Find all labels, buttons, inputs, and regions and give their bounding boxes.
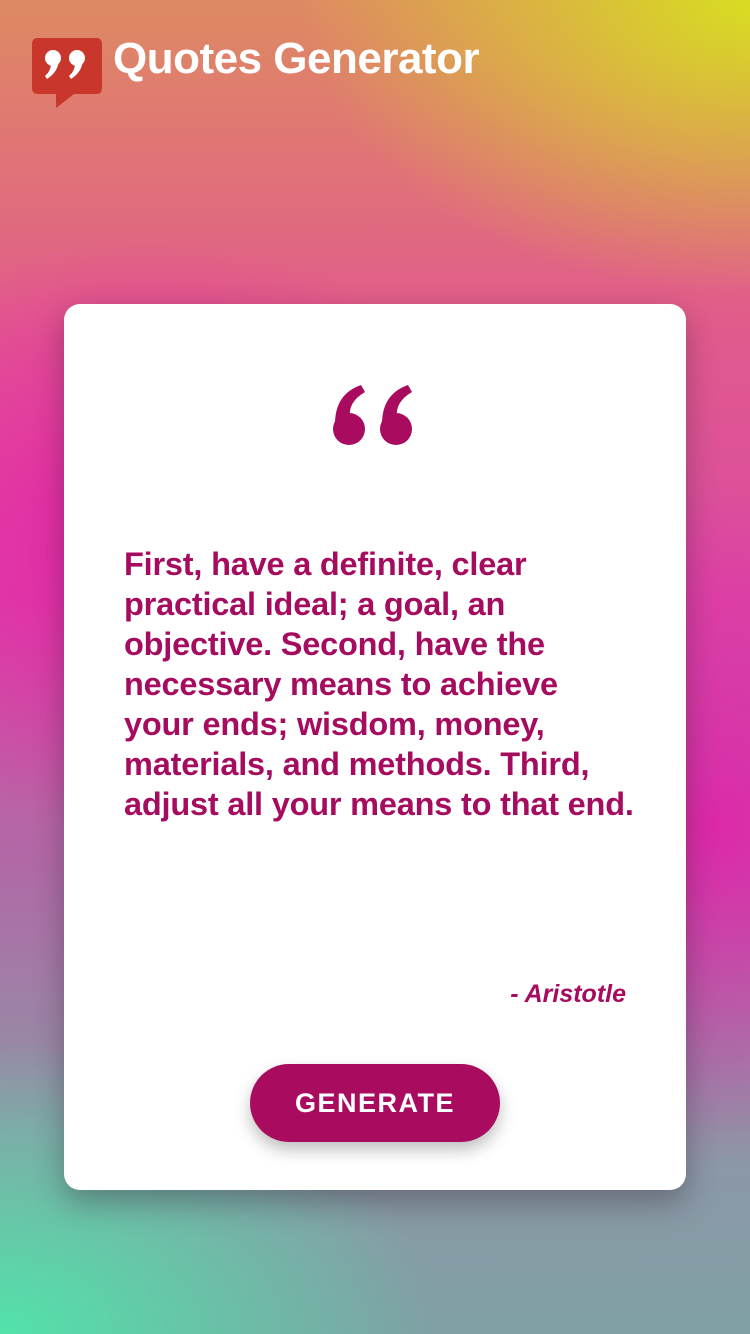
speech-bubble-quote-icon (32, 38, 102, 108)
open-quote-icon (330, 384, 420, 448)
quote-card: First, have a definite, clear practical … (64, 304, 686, 1190)
generate-button[interactable]: GENERATE (250, 1064, 500, 1142)
app-title: Quotes Generator (113, 34, 480, 83)
app-header: Quotes Generator (32, 30, 480, 108)
quote-text: First, have a definite, clear practical … (124, 546, 634, 822)
quote-author: - Aristotle (510, 980, 626, 1008)
